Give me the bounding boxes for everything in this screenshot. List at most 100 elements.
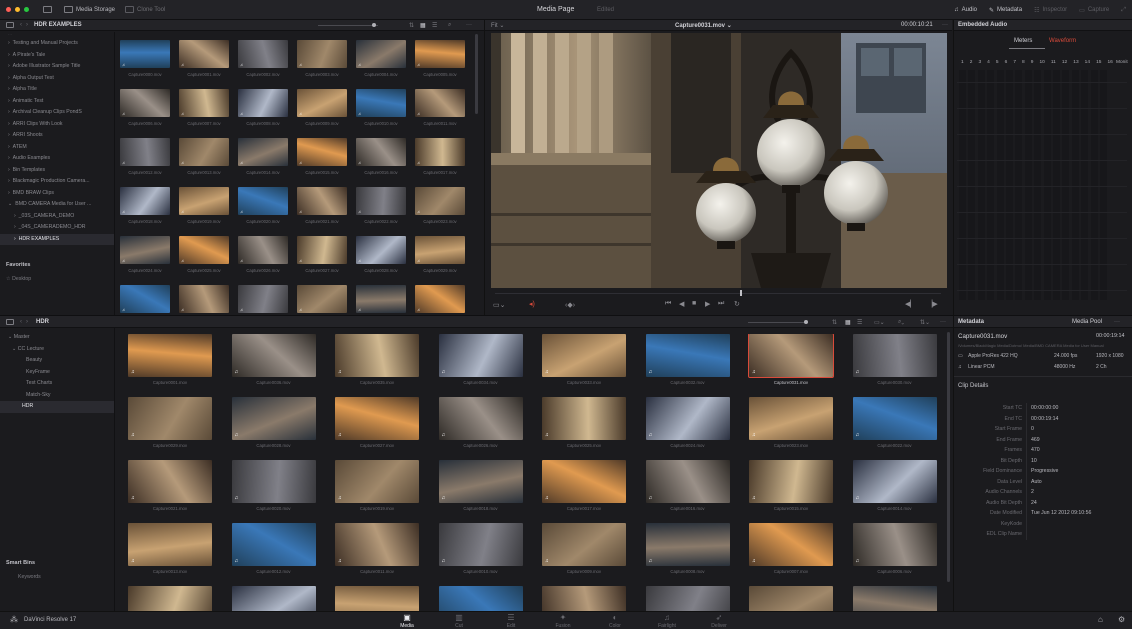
tree-item[interactable]: › _04S_CAMERADEMO_HDR <box>0 222 114 234</box>
clone-tool-button[interactable]: Clone Tool <box>125 6 165 13</box>
pool-clip-thumbnail[interactable]: ♫ <box>335 460 419 503</box>
pool-clip-thumbnail[interactable]: ♫ <box>438 397 523 440</box>
detail-value[interactable]: 2 <box>1026 487 1132 498</box>
detail-value[interactable]: 00:00:00:00 <box>1026 403 1132 414</box>
pool-clip-thumbnail[interactable]: ♫ <box>542 586 626 612</box>
storage-thumbnail[interactable]: ♫ <box>120 138 170 166</box>
close-window-icon[interactable] <box>6 7 11 12</box>
grid-view-icon[interactable]: ▦ <box>420 22 426 29</box>
pool-clip-thumbnail[interactable]: ♫ <box>852 586 937 612</box>
pool-clip-thumbnail[interactable]: ♫ <box>852 460 937 503</box>
page-button-fairlight[interactable]: ♫ Fairlight <box>652 613 682 629</box>
page-button-cut[interactable]: ▥ Cut <box>444 613 474 629</box>
stop-icon[interactable]: ■ <box>692 300 696 307</box>
tree-item[interactable]: › BMD BRAW Clips <box>0 188 114 200</box>
storage-thumbnail[interactable]: ♫ <box>297 236 347 264</box>
tree-item[interactable]: › Audio Examples <box>0 153 114 165</box>
bin-item-selected[interactable]: HDR <box>0 401 114 413</box>
tree-item[interactable]: › Adobe Illustrator Sample Title <box>0 61 114 73</box>
mark-in-icon[interactable]: ◀▏ <box>905 300 916 308</box>
storage-thumbnail[interactable]: ♫ <box>238 138 288 166</box>
pool-clip-thumbnail[interactable]: ♫ <box>749 397 833 440</box>
viewer-options-icon[interactable]: ··· <box>942 22 948 28</box>
pool-clip-thumbnail[interactable]: ♫ <box>128 586 212 612</box>
storage-thumbnail[interactable]: ♫ <box>120 89 170 117</box>
page-button-color[interactable]: ◐ Color <box>600 613 630 629</box>
storage-thumbnail[interactable]: ♫ <box>179 187 229 215</box>
pool-clip-thumbnail[interactable]: ♫ <box>749 460 833 503</box>
tree-item[interactable]: › ATEM <box>0 142 114 154</box>
search-icon[interactable]: ⌕⌄ <box>898 319 904 326</box>
pool-clip-thumbnail[interactable]: ♫ <box>231 334 316 377</box>
pool-clip-thumbnail[interactable]: ♫ <box>645 523 730 566</box>
pool-clip-thumbnail[interactable]: ♫ <box>335 397 419 440</box>
more-options-icon[interactable]: ··· <box>940 319 946 325</box>
pool-clip-thumbnail[interactable]: ♫ <box>231 523 316 566</box>
tree-item[interactable]: › ARRI Clips With Look <box>0 119 114 131</box>
tree-item[interactable]: ⌄ BMD CAMERA Media for User ... <box>0 199 114 211</box>
pool-clip-thumbnail[interactable]: ♫ <box>438 460 523 503</box>
storage-thumbnail[interactable]: ♫ <box>238 40 288 68</box>
list-view-icon[interactable] <box>6 22 14 28</box>
pool-clip-thumbnail[interactable]: ♫ <box>542 397 626 440</box>
detail-value[interactable]: 00:00:19:14 <box>1026 413 1132 424</box>
pool-clip-thumbnail[interactable]: ♫ <box>128 397 212 440</box>
tree-item-selected[interactable]: › HDR EXAMPLES <box>0 233 114 245</box>
storage-thumbnail[interactable]: ♫ <box>297 89 347 117</box>
detail-value[interactable]: 0 <box>1026 424 1132 435</box>
page-button-edit[interactable]: ☰ Edit <box>496 613 526 629</box>
pool-clip-thumbnail[interactable]: ♫ <box>645 397 730 440</box>
tree-item[interactable]: › Alpha Output Test <box>0 73 114 85</box>
favorite-desktop[interactable]: ☆ Desktop <box>6 276 31 282</box>
play-icon[interactable]: ▶ <box>705 300 710 308</box>
storage-thumbnail[interactable]: ♫ <box>415 89 465 117</box>
bin-master[interactable]: ⌄ Master <box>0 332 114 344</box>
detail-value[interactable]: 10 <box>1026 455 1132 466</box>
storage-thumbnail[interactable]: ♫ <box>415 187 465 215</box>
pool-clip-thumbnail[interactable]: ♫ <box>231 586 316 612</box>
storage-thumbnail[interactable]: ♫ <box>179 138 229 166</box>
pool-clip-thumbnail[interactable]: ♫ <box>749 586 833 612</box>
loop-icon[interactable]: ↻ <box>734 300 740 308</box>
inspector-button[interactable]: ☷ Inspector <box>1034 7 1067 14</box>
tree-item[interactable]: › A Pirate's Tale <box>0 50 114 62</box>
bin-item[interactable]: ⌄ CC Lecture <box>0 344 114 356</box>
storage-thumbnail[interactable]: ♫ <box>356 89 406 117</box>
pool-clip-thumbnail[interactable]: ♫ <box>335 334 419 377</box>
storage-thumbnail[interactable]: ♫ <box>238 285 288 313</box>
pool-clip-thumbnail[interactable]: ♫ <box>852 523 937 566</box>
forward-icon[interactable]: › <box>26 319 28 325</box>
storage-thumbnail[interactable]: ♫ <box>238 236 288 264</box>
storage-thumbnail[interactable]: ♫ <box>179 285 229 313</box>
settings-gear-icon[interactable]: ⚙ <box>1118 615 1125 624</box>
zoom-window-icon[interactable] <box>24 7 29 12</box>
pool-scrollbar[interactable] <box>947 332 950 582</box>
storage-scrollbar[interactable] <box>475 34 478 114</box>
storage-thumbnail[interactable]: ♫ <box>179 40 229 68</box>
storage-thumbnail[interactable]: ♫ <box>120 40 170 68</box>
pool-clip-thumbnail[interactable]: ♫ <box>542 460 626 503</box>
pool-clip-thumbnail[interactable]: ♫ <box>852 334 937 377</box>
list-view-icon[interactable]: ☰ <box>857 319 862 326</box>
detail-value[interactable] <box>1026 529 1132 540</box>
jog-icon[interactable]: ‹◆› <box>565 301 575 309</box>
filter-icon[interactable]: ⇅⌄ <box>920 319 930 326</box>
detail-value[interactable] <box>1026 518 1132 529</box>
tree-item[interactable]: › Blackmagic Production Camera... <box>0 176 114 188</box>
viewer-frame[interactable] <box>491 33 947 288</box>
bin-item[interactable]: Beauty <box>0 355 114 367</box>
slider-knob[interactable] <box>804 320 808 324</box>
storage-thumbnail[interactable]: ♫ <box>415 236 465 264</box>
page-button-media[interactable]: ▣ Media <box>392 613 422 629</box>
viewer-scrubber[interactable] <box>485 290 952 296</box>
mark-out-icon[interactable]: ▕▶ <box>927 300 938 308</box>
pool-clip-thumbnail[interactable]: ♫ <box>542 523 626 566</box>
pool-clip-thumbnail[interactable]: ♫ <box>128 523 212 566</box>
audio-scrub-icon[interactable]: ◂) <box>529 300 535 308</box>
media-storage-button[interactable]: Media Storage <box>64 6 115 13</box>
sidebar-toggle-icon[interactable] <box>43 6 52 13</box>
storage-thumbnail[interactable]: ♫ <box>297 40 347 68</box>
tree-item[interactable]: › Alpha Title <box>0 84 114 96</box>
pool-clip-thumbnail[interactable]: ♫ <box>335 523 419 566</box>
metadata-view-icon[interactable]: ▭⌄ <box>874 319 885 326</box>
